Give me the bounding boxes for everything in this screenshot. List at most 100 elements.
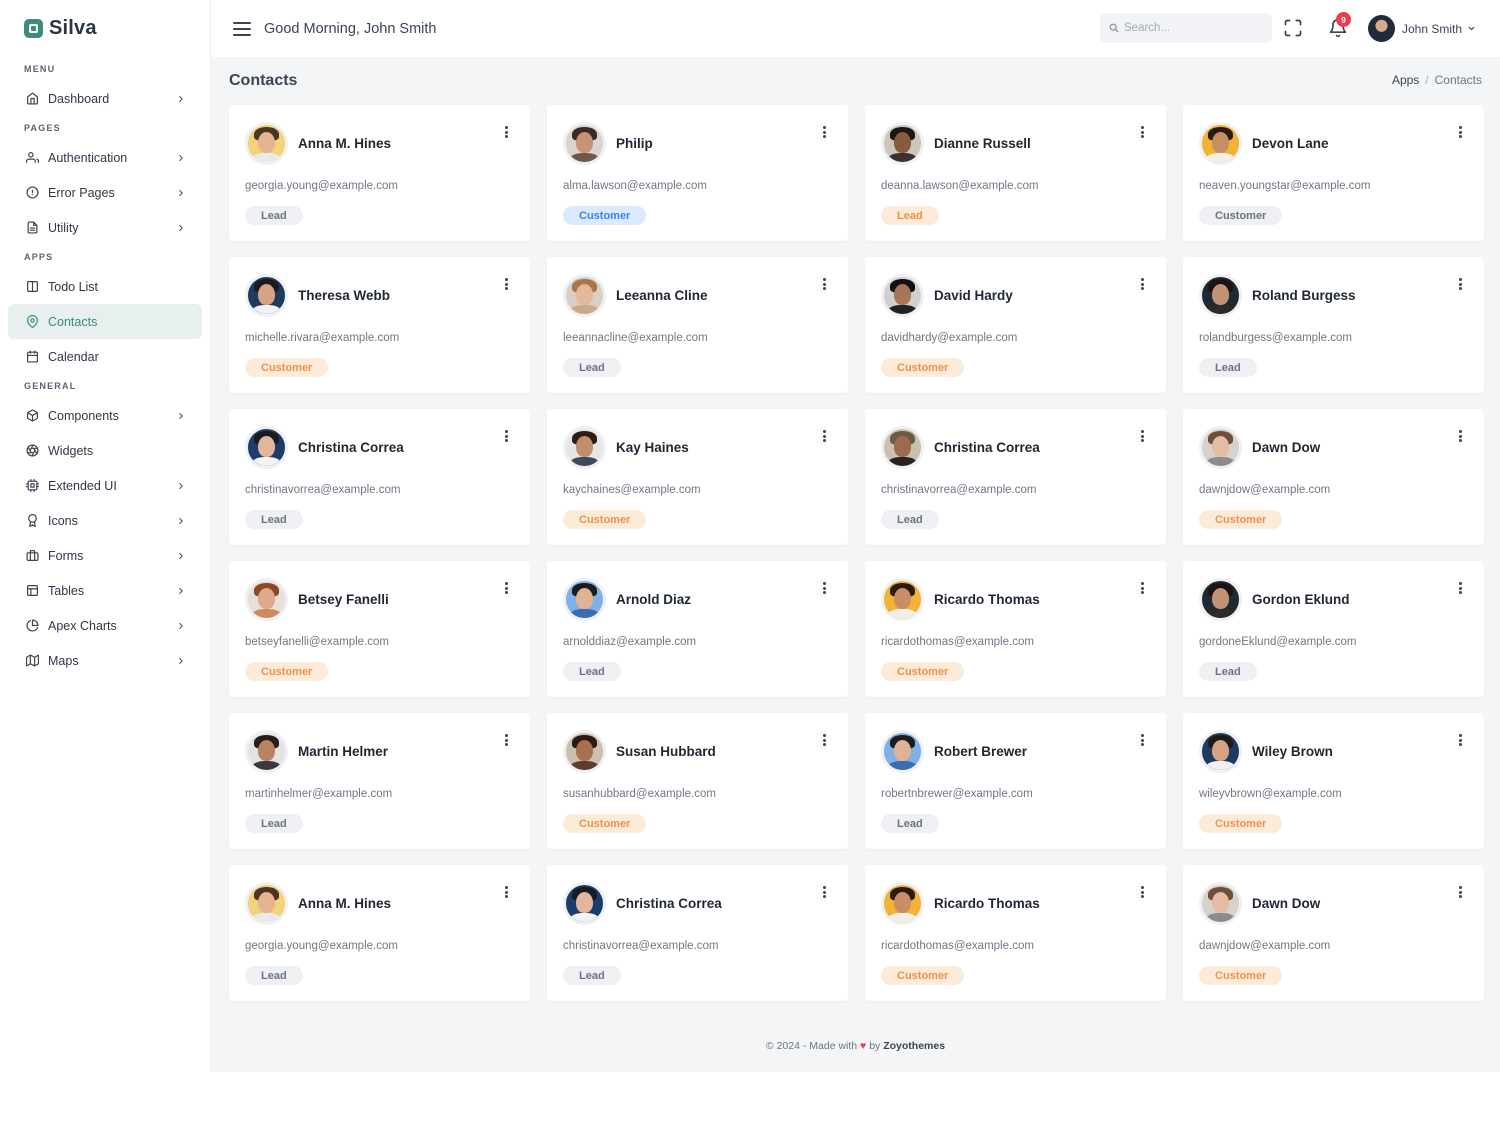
contact-card[interactable]: Susan Hubbard susanhubbard@example.com Cus… — [547, 713, 848, 849]
contact-card[interactable]: Devon Lane neaven.youngstar@example.com Cu… — [1183, 105, 1484, 241]
sidebar-item-calendar[interactable]: Calendar — [8, 339, 202, 374]
contact-card[interactable]: Dawn Dow dawnjdow@example.com Customer — [1183, 865, 1484, 1001]
search-input[interactable] — [1124, 22, 1264, 34]
more-vertical-icon[interactable] — [1136, 277, 1148, 291]
more-vertical-icon[interactable] — [1136, 733, 1148, 747]
contact-card[interactable]: Kay Haines kaychaines@example.com Customer — [547, 409, 848, 545]
more-vertical-icon[interactable] — [818, 733, 830, 747]
sidebar-item-utility[interactable]: Utility — [8, 210, 202, 245]
menu-toggle-icon[interactable] — [233, 21, 251, 36]
sidebar-item-todo-list[interactable]: Todo List — [8, 269, 202, 304]
more-vertical-icon[interactable] — [1454, 429, 1466, 443]
more-vertical-icon[interactable] — [1454, 733, 1466, 747]
more-vertical-icon[interactable] — [818, 885, 830, 899]
sidebar-item-error-pages[interactable]: Error Pages — [8, 175, 202, 210]
sidebar-item-contacts[interactable]: Contacts — [8, 304, 202, 339]
contact-name[interactable]: Arnold Diaz — [616, 592, 691, 607]
more-vertical-icon[interactable] — [1136, 429, 1148, 443]
contact-card[interactable]: Martin Helmer martinhelmer@example.com Lea… — [229, 713, 530, 849]
sidebar-item-extended-ui[interactable]: Extended UI — [8, 468, 202, 503]
contact-card[interactable]: Ricardo Thomas ricardothomas@example.com C… — [865, 561, 1166, 697]
contact-name[interactable]: Susan Hubbard — [616, 744, 716, 759]
contact-card[interactable]: Robert Brewer robertnbrewer@example.com Le… — [865, 713, 1166, 849]
breadcrumb-apps-link[interactable]: Apps — [1392, 73, 1419, 87]
contact-name[interactable]: Ricardo Thomas — [934, 896, 1040, 911]
contact-name[interactable]: Devon Lane — [1252, 136, 1329, 151]
contact-card[interactable]: Roland Burgess rolandburgess@example.com L… — [1183, 257, 1484, 393]
more-vertical-icon[interactable] — [1454, 885, 1466, 899]
more-vertical-icon[interactable] — [1136, 125, 1148, 139]
sidebar-item-maps[interactable]: Maps — [8, 643, 202, 678]
more-vertical-icon[interactable] — [1136, 581, 1148, 595]
sidebar-item-apex-charts[interactable]: Apex Charts — [8, 608, 202, 643]
more-vertical-icon[interactable] — [818, 429, 830, 443]
avatar — [563, 122, 606, 165]
more-vertical-icon[interactable] — [1454, 277, 1466, 291]
contact-card[interactable]: Dianne Russell deanna.lawson@example.com L… — [865, 105, 1166, 241]
contact-name[interactable]: Christina Correa — [616, 896, 722, 911]
avatar — [245, 882, 288, 925]
contact-card[interactable]: David Hardy davidhardy@example.com Custome… — [865, 257, 1166, 393]
contact-name[interactable]: Wiley Brown — [1252, 744, 1333, 759]
contact-name[interactable]: Dianne Russell — [934, 136, 1031, 151]
status-badge: Customer — [1199, 966, 1283, 985]
contact-card[interactable]: Theresa Webb michelle.rivara@example.com C… — [229, 257, 530, 393]
contact-name[interactable]: Kay Haines — [616, 440, 689, 455]
fullscreen-icon[interactable] — [1283, 18, 1303, 38]
contact-card[interactable]: Arnold Diaz arnolddiaz@example.com Lead — [547, 561, 848, 697]
sidebar-item-widgets[interactable]: Widgets — [8, 433, 202, 468]
contact-name[interactable]: Philip — [616, 136, 653, 151]
sidebar-item-authentication[interactable]: Authentication — [8, 140, 202, 175]
more-vertical-icon[interactable] — [818, 277, 830, 291]
user-menu[interactable]: John Smith — [1368, 15, 1476, 42]
more-vertical-icon[interactable] — [818, 125, 830, 139]
contact-card[interactable]: Christina Correa christinavorrea@example.… — [865, 409, 1166, 545]
contact-name[interactable]: Martin Helmer — [298, 744, 388, 759]
contact-name[interactable]: Anna M. Hines — [298, 136, 391, 151]
more-vertical-icon[interactable] — [500, 885, 512, 899]
contact-name[interactable]: Dawn Dow — [1252, 896, 1320, 911]
contact-card[interactable]: Anna M. Hines georgia.young@example.com Le… — [229, 105, 530, 241]
contact-name[interactable]: Ricardo Thomas — [934, 592, 1040, 607]
more-vertical-icon[interactable] — [1454, 125, 1466, 139]
sidebar-item-tables[interactable]: Tables — [8, 573, 202, 608]
footer-brand-link[interactable]: Zoyothemes — [883, 1040, 945, 1052]
contact-name[interactable]: David Hardy — [934, 288, 1013, 303]
contact-card[interactable]: Gordon Eklund gordoneEklund@example.com Le… — [1183, 561, 1484, 697]
contact-card[interactable]: Ricardo Thomas ricardothomas@example.com C… — [865, 865, 1166, 1001]
contact-email: ricardothomas@example.com — [881, 940, 1034, 952]
contact-name[interactable]: Leeanna Cline — [616, 288, 708, 303]
columns-icon — [26, 281, 38, 292]
more-vertical-icon[interactable] — [1136, 885, 1148, 899]
contact-card[interactable]: Christina Correa christinavorrea@example.… — [229, 409, 530, 545]
contact-name[interactable]: Roland Burgess — [1252, 288, 1356, 303]
more-vertical-icon[interactable] — [1454, 581, 1466, 595]
sidebar-item-icons[interactable]: Icons — [8, 503, 202, 538]
contact-name[interactable]: Theresa Webb — [298, 288, 390, 303]
more-vertical-icon[interactable] — [500, 125, 512, 139]
contact-card[interactable]: Anna M. Hines georgia.young@example.com Le… — [229, 865, 530, 1001]
sidebar-item-dashboard[interactable]: Dashboard — [8, 81, 202, 116]
contact-card[interactable]: Dawn Dow dawnjdow@example.com Customer — [1183, 409, 1484, 545]
more-vertical-icon[interactable] — [500, 277, 512, 291]
more-vertical-icon[interactable] — [500, 581, 512, 595]
contact-name[interactable]: Christina Correa — [934, 440, 1040, 455]
more-vertical-icon[interactable] — [818, 581, 830, 595]
contact-card[interactable]: Leeanna Cline leeannacline@example.com Lea… — [547, 257, 848, 393]
contact-name[interactable]: Christina Correa — [298, 440, 404, 455]
contact-name[interactable]: Betsey Fanelli — [298, 592, 389, 607]
briefcase-icon — [25, 550, 39, 561]
contact-name[interactable]: Anna M. Hines — [298, 896, 391, 911]
sidebar-item-components[interactable]: Components — [8, 398, 202, 433]
contact-card[interactable]: Wiley Brown wileyvbrown@example.com Custom… — [1183, 713, 1484, 849]
sidebar-item-forms[interactable]: Forms — [8, 538, 202, 573]
contact-name[interactable]: Dawn Dow — [1252, 440, 1320, 455]
brand-logo[interactable]: Silva — [0, 0, 210, 57]
more-vertical-icon[interactable] — [500, 429, 512, 443]
contact-name[interactable]: Robert Brewer — [934, 744, 1027, 759]
contact-card[interactable]: Christina Correa christinavorrea@example.… — [547, 865, 848, 1001]
contact-card[interactable]: Betsey Fanelli betseyfanelli@example.com C… — [229, 561, 530, 697]
contact-card[interactable]: Philip alma.lawson@example.com Customer — [547, 105, 848, 241]
contact-name[interactable]: Gordon Eklund — [1252, 592, 1350, 607]
more-vertical-icon[interactable] — [500, 733, 512, 747]
